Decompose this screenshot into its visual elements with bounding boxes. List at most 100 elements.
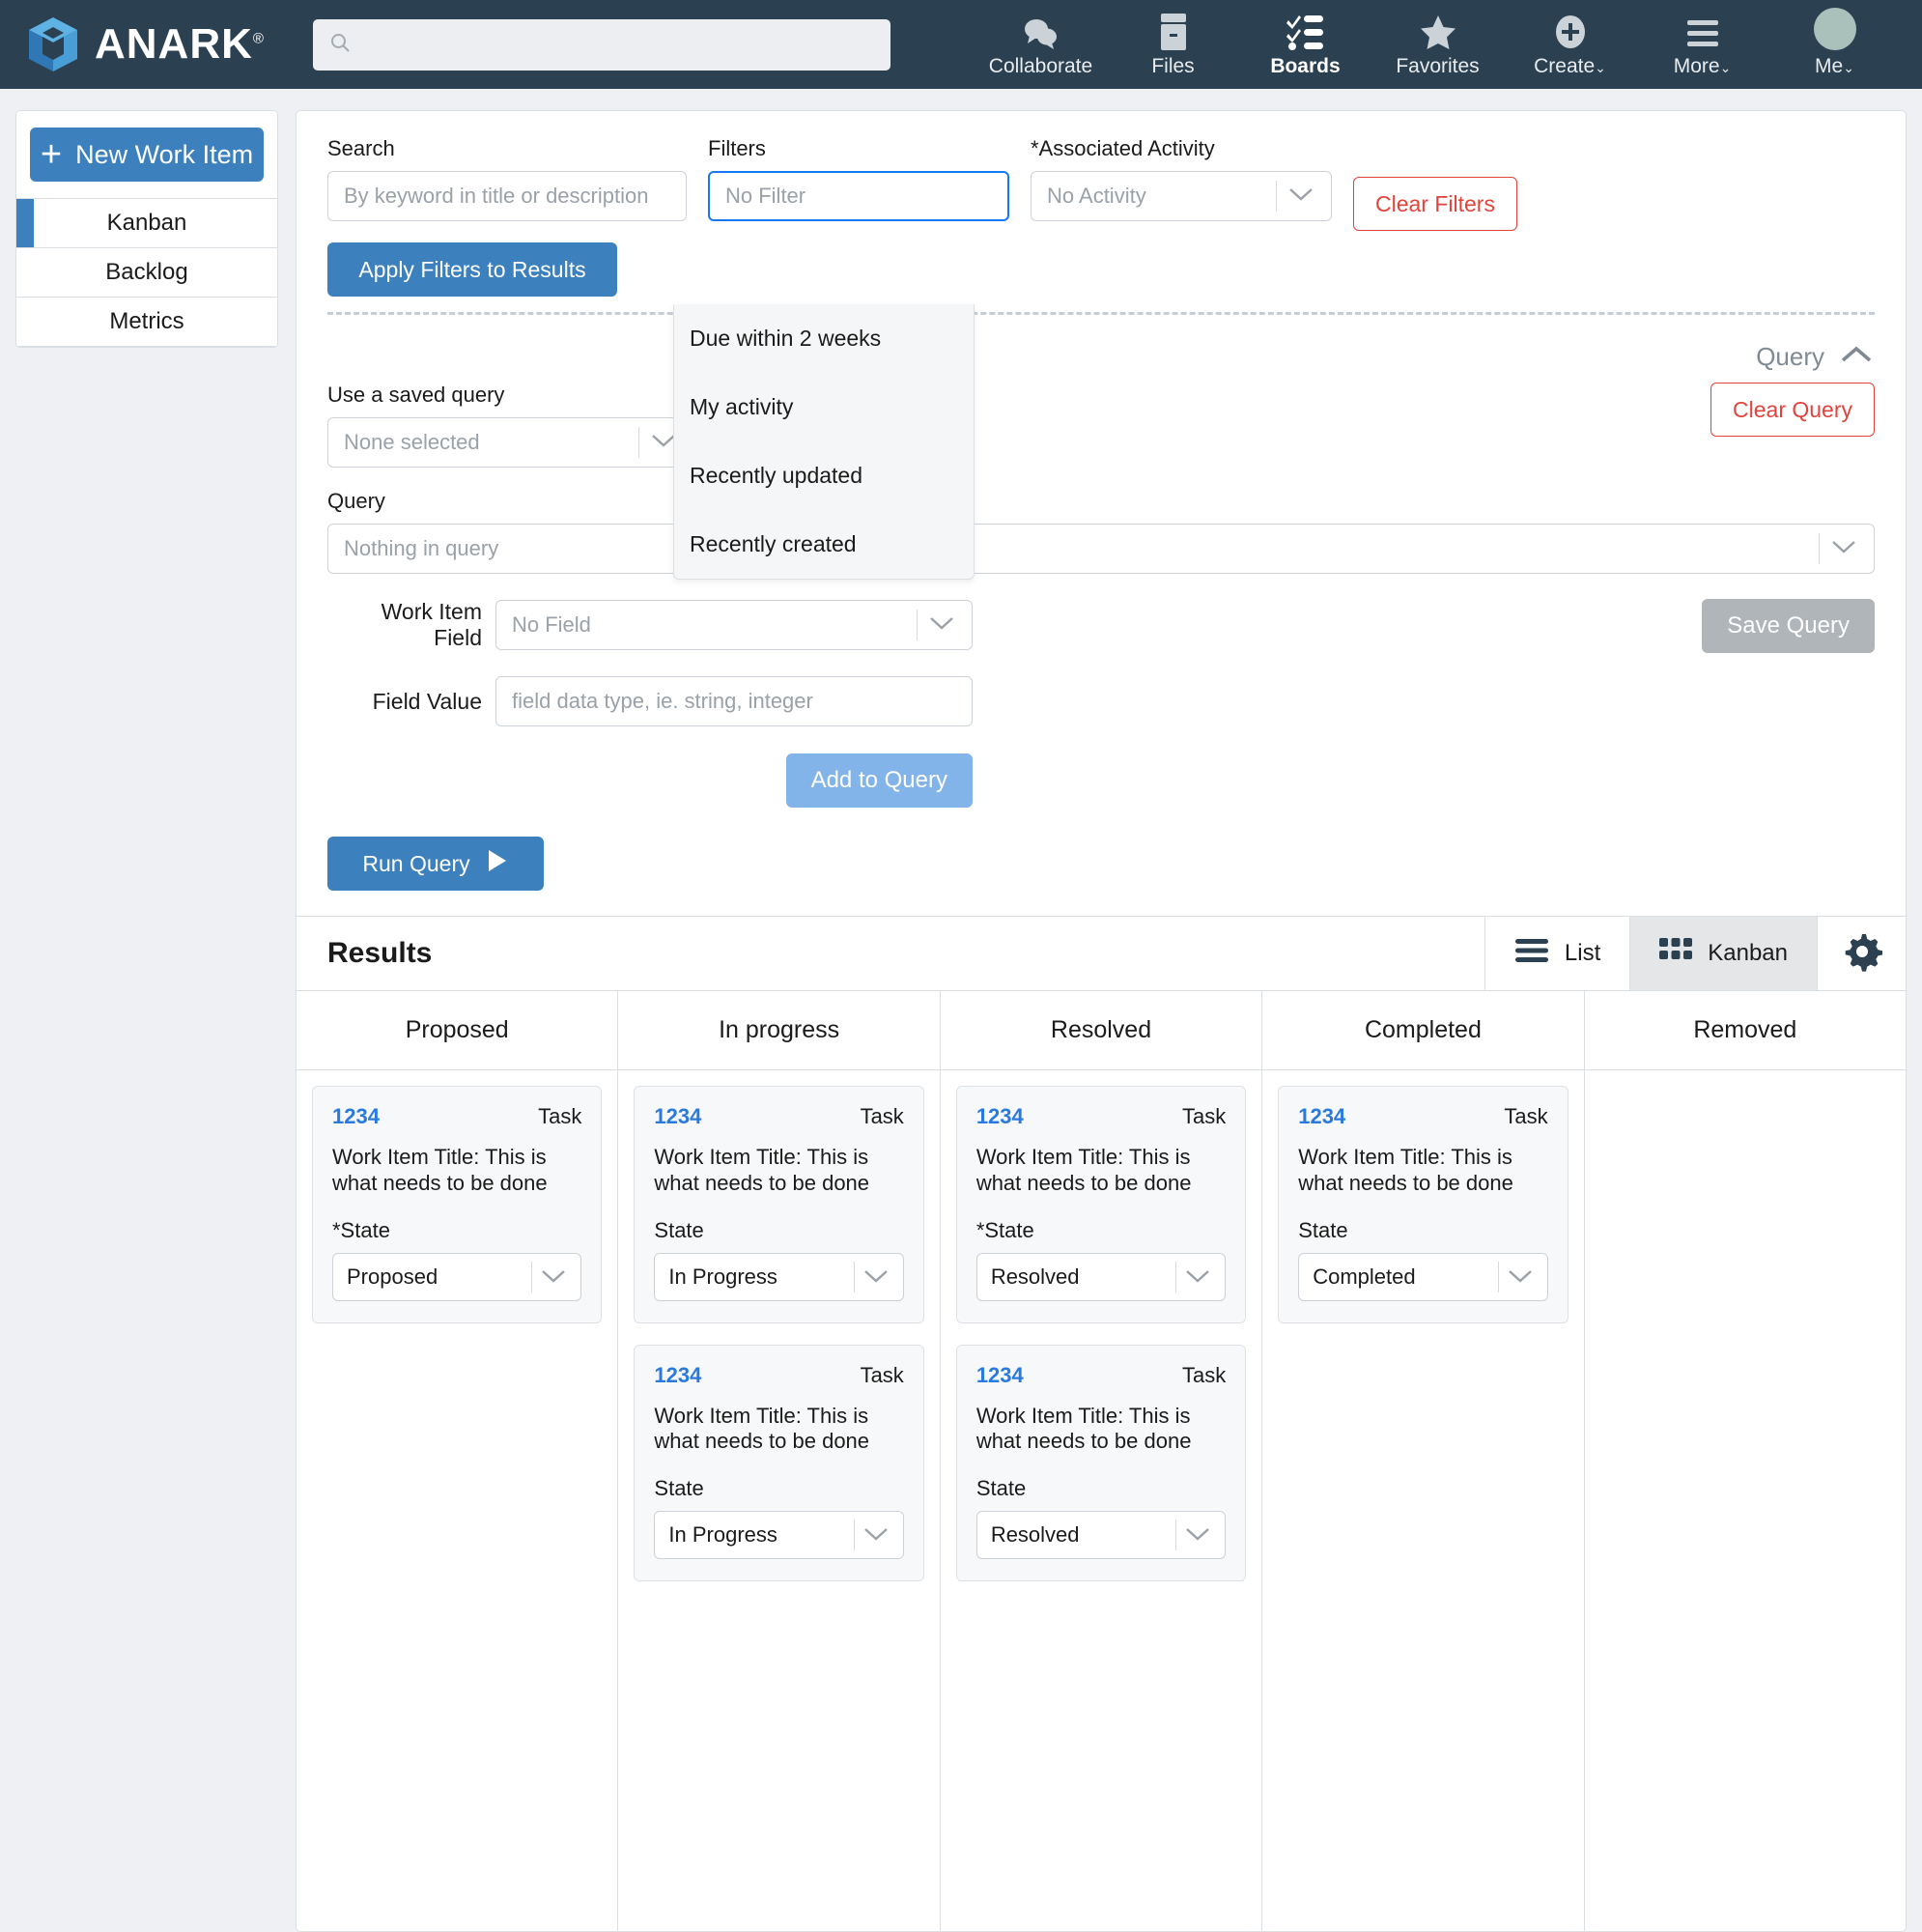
card-id[interactable]: 1234	[654, 1104, 701, 1129]
kanban-column-in-progress: In progress 1234 Task Work Item Title: T…	[618, 991, 941, 1931]
kanban-card[interactable]: 1234 Task Work Item Title: This is what …	[634, 1344, 924, 1582]
filters-option-recently-created[interactable]: Recently created	[674, 510, 974, 579]
card-title: Work Item Title: This is what needs to b…	[654, 1145, 870, 1195]
associated-activity-select[interactable]: No Activity	[1031, 171, 1332, 221]
add-to-query-button[interactable]: Add to Query	[785, 753, 973, 808]
clear-filters-label: Clear Filters	[1375, 190, 1495, 216]
run-query-button[interactable]: Run Query	[327, 837, 544, 891]
field-value-input[interactable]: field data type, ie. string, integer	[495, 676, 973, 726]
kanban-column-proposed: Proposed 1234 Task Work Item Title: This…	[297, 991, 619, 1931]
brand-logo[interactable]: ANARK®	[25, 15, 284, 73]
nav-item-me[interactable]: Me⌄	[1768, 7, 1901, 78]
kanban-card[interactable]: 1234 Task Work Item Title: This is what …	[955, 1086, 1247, 1323]
results-title: Results	[327, 937, 433, 969]
card-state-value: Proposed	[347, 1264, 438, 1289]
query-section-header[interactable]: Query	[327, 330, 1875, 383]
card-state-label: State	[654, 1476, 704, 1501]
saved-query-label: Use a saved query	[327, 383, 505, 407]
apply-filters-button[interactable]: Apply Filters to Results	[327, 242, 617, 297]
checklist-icon	[1286, 12, 1325, 50]
filters-option-due-within-2-weeks[interactable]: Due within 2 weeks	[674, 304, 974, 373]
card-title: Work Item Title: This is what needs to b…	[1298, 1145, 1513, 1195]
card-type: Task	[860, 1362, 904, 1387]
query-input[interactable]: Nothing in query	[327, 524, 1875, 574]
clear-filters-button[interactable]: Clear Filters	[1353, 177, 1517, 231]
kanban-card[interactable]: 1234 Task Work Item Title: This is what …	[312, 1086, 603, 1323]
view-toggle-kanban[interactable]: Kanban	[1629, 917, 1817, 990]
save-query-group: Save Query	[1702, 574, 1875, 653]
anark-cube-logo-icon	[25, 15, 81, 73]
nav-item-boards[interactable]: Boards	[1239, 12, 1371, 78]
search-input[interactable]: By keyword in title or description	[327, 171, 687, 221]
card-state-value: Resolved	[990, 1264, 1080, 1289]
search-field-group: Search By keyword in title or descriptio…	[327, 136, 687, 297]
card-type: Task	[1504, 1104, 1548, 1128]
card-state-select[interactable]: Resolved	[975, 1511, 1227, 1560]
card-id[interactable]: 1234	[654, 1363, 701, 1388]
clear-query-button[interactable]: Clear Query	[1710, 383, 1875, 437]
kanban-column-body[interactable]: 1234 Task Work Item Title: This is what …	[940, 1070, 1262, 1598]
view-toggle-list[interactable]: List	[1484, 917, 1629, 990]
card-header: 1234 Task	[976, 1363, 1226, 1388]
save-query-button[interactable]: Save Query	[1702, 599, 1875, 653]
sidebar: + New Work Item Kanban Backlog Metrics	[15, 110, 278, 1932]
results-toolbar: Results List Kanban	[297, 916, 1906, 991]
filters-option-my-activity[interactable]: My activity	[674, 373, 974, 441]
card-header: 1234 Task	[976, 1104, 1226, 1129]
clear-filters-group: Clear Filters	[1353, 136, 1517, 297]
card-state-select[interactable]: Completed	[1298, 1252, 1548, 1301]
kanban-card[interactable]: 1234 Task Work Item Title: This is what …	[1278, 1086, 1569, 1323]
results-settings-button[interactable]	[1817, 917, 1906, 990]
card-state-select[interactable]: In Progress	[654, 1511, 904, 1560]
search-input-placeholder: By keyword in title or description	[344, 184, 649, 208]
global-search-input[interactable]	[361, 33, 875, 56]
file-cabinet-icon	[1159, 12, 1188, 50]
nav-item-files[interactable]: Files	[1107, 12, 1239, 78]
card-state-select[interactable]: In Progress	[654, 1252, 904, 1301]
saved-query-select[interactable]: None selected	[327, 417, 694, 468]
card-id[interactable]: 1234	[332, 1104, 380, 1129]
nav-label-boards: Boards	[1270, 54, 1341, 77]
chevron-down-icon	[1829, 536, 1858, 561]
global-search-box[interactable]	[313, 18, 890, 71]
sidebar-item-kanban[interactable]: Kanban	[16, 199, 277, 248]
kanban-card[interactable]: 1234 Task Work Item Title: This is what …	[955, 1344, 1247, 1582]
card-state-select[interactable]: Proposed	[332, 1252, 582, 1301]
card-state-value: In Progress	[668, 1522, 777, 1548]
field-value-label: Field Value	[372, 688, 482, 714]
filters-label: Filters	[708, 136, 766, 160]
card-id[interactable]: 1234	[976, 1104, 1024, 1129]
card-id[interactable]: 1234	[976, 1363, 1024, 1388]
kanban-column-body[interactable]	[1584, 1070, 1906, 1101]
work-item-field-select[interactable]: No Field	[495, 600, 973, 650]
card-state-select[interactable]: Resolved	[975, 1252, 1227, 1301]
filters-dropdown-menu[interactable]: Due within 2 weeks My activity Recently …	[673, 304, 975, 580]
nav-item-collaborate[interactable]: Collaborate	[975, 12, 1107, 78]
work-item-field-row: Work Item Field No Field	[327, 599, 1293, 651]
card-id[interactable]: 1234	[1298, 1104, 1345, 1129]
nav-item-favorites[interactable]: Favorites	[1371, 12, 1504, 78]
nav-item-more[interactable]: More⌄	[1636, 12, 1768, 78]
filters-select[interactable]: No Filter	[708, 171, 1009, 221]
query-input-placeholder: Nothing in query	[344, 536, 499, 560]
filters-option-recently-updated[interactable]: Recently updated	[674, 441, 974, 510]
kanban-card[interactable]: 1234 Task Work Item Title: This is what …	[634, 1086, 924, 1323]
new-work-item-button[interactable]: + New Work Item	[30, 128, 264, 182]
search-icon	[328, 31, 352, 59]
kanban-column-body[interactable]: 1234 Task Work Item Title: This is what …	[618, 1070, 940, 1598]
card-header: 1234 Task	[1298, 1104, 1547, 1129]
card-state-label: State	[1298, 1217, 1348, 1242]
kanban-column-body[interactable]: 1234 Task Work Item Title: This is what …	[297, 1070, 618, 1339]
chevron-down-icon	[1184, 1264, 1211, 1290]
associated-activity-value: No Activity	[1047, 184, 1146, 208]
nav-item-create[interactable]: Create⌄	[1504, 12, 1636, 78]
sidebar-item-metrics[interactable]: Metrics	[16, 298, 277, 347]
kanban-column-body[interactable]: 1234 Task Work Item Title: This is what …	[1262, 1070, 1584, 1339]
sidebar-item-backlog[interactable]: Backlog	[16, 248, 277, 298]
chevron-up-icon[interactable]	[1838, 344, 1875, 370]
filters-row: Search By keyword in title or descriptio…	[327, 136, 1875, 297]
sidebar-item-label: Metrics	[109, 308, 184, 334]
section-divider	[327, 312, 1875, 315]
view-toggle-list-label: List	[1564, 940, 1601, 966]
sidebar-item-label: Backlog	[105, 259, 188, 285]
